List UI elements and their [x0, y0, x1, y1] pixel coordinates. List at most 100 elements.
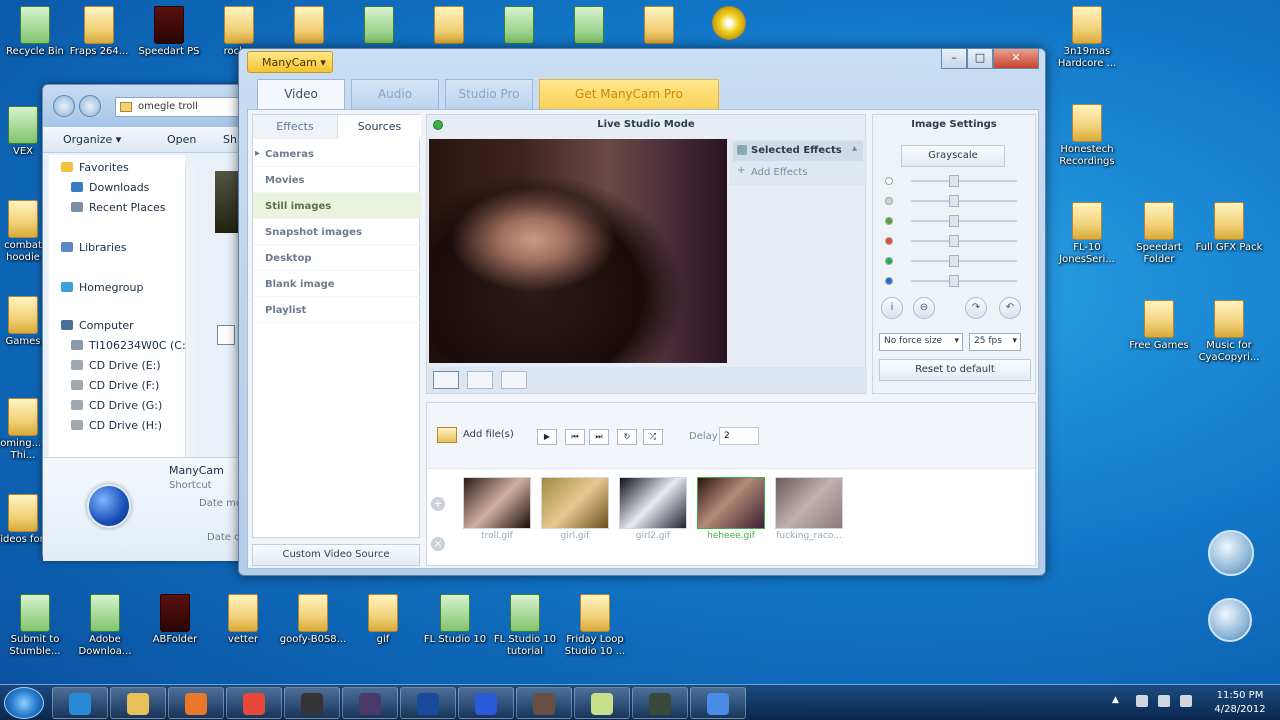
desktop-icon[interactable]: Recycle Bin	[0, 6, 70, 58]
slider-track[interactable]	[911, 280, 1017, 282]
desktop-icon[interactable]: Speedart Folder	[1124, 202, 1194, 266]
taskbar-button[interactable]	[574, 687, 630, 719]
taskbar-button[interactable]	[52, 687, 108, 719]
desktop-icon[interactable]: Friday Loop Studio 10 ...	[560, 594, 630, 658]
add-effects-button[interactable]: + Add Effects	[733, 163, 863, 183]
delay-input[interactable]	[719, 427, 759, 445]
gadget-icon[interactable]	[1208, 530, 1254, 576]
tree-item[interactable]: Homegroup	[61, 281, 143, 294]
tab-effects[interactable]: Effects	[253, 115, 337, 139]
network-icon[interactable]	[1136, 695, 1148, 707]
desktop-icon[interactable]: vetter	[208, 594, 278, 646]
slider-thumb[interactable]	[949, 255, 959, 267]
forward-button[interactable]	[79, 95, 101, 117]
reset-to-default-button[interactable]: Reset to default	[879, 359, 1031, 381]
playlist-thumbnail[interactable]	[619, 477, 687, 529]
taskbar-button[interactable]	[516, 687, 572, 719]
add-files-folder-icon[interactable]	[437, 427, 457, 443]
tree-item[interactable]: CD Drive (E:)	[71, 359, 161, 372]
desktop-icon[interactable]: goofy-B0S8...	[278, 594, 348, 646]
desktop-icon[interactable]: FL Studio 10	[420, 594, 490, 646]
force-size-select[interactable]: No force size ▾	[879, 333, 963, 351]
desktop-icon[interactable]	[624, 6, 694, 46]
taskbar-button[interactable]	[168, 687, 224, 719]
fps-select[interactable]: 25 fps ▾	[969, 333, 1021, 351]
tab-get-manycam-pro[interactable]: Get ManyCam Pro	[539, 79, 719, 109]
start-button[interactable]	[4, 687, 44, 719]
add-files-button[interactable]: Add file(s)	[463, 429, 514, 440]
desktop-icon[interactable]	[274, 6, 344, 46]
source-item[interactable]: Still images	[253, 193, 421, 219]
taskbar-button[interactable]	[284, 687, 340, 719]
back-button[interactable]	[53, 95, 75, 117]
tree-item[interactable]: TI106234W0C (C:)	[71, 339, 190, 352]
image-slider[interactable]	[885, 195, 1025, 207]
image-slider[interactable]	[885, 175, 1025, 187]
source-item[interactable]: Movies	[253, 167, 421, 193]
source-item[interactable]: ▸ Cameras	[253, 141, 421, 167]
single-view-button[interactable]	[433, 371, 459, 389]
remove-item-button[interactable]: ×	[431, 537, 445, 551]
next-button[interactable]: ⏭	[589, 429, 609, 445]
source-item[interactable]: Blank image	[253, 271, 421, 297]
taskbar-button[interactable]	[342, 687, 398, 719]
power-icon[interactable]	[1158, 695, 1170, 707]
desktop-icon[interactable]: Full GFX Pack	[1194, 202, 1264, 254]
custom-video-source-button[interactable]: Custom Video Source	[252, 544, 420, 566]
desktop-icon[interactable]: gif	[348, 594, 418, 646]
playlist-thumbnail[interactable]	[697, 477, 765, 529]
tree-item[interactable]: Recent Places	[71, 201, 166, 214]
slider-track[interactable]	[911, 260, 1017, 262]
image-slider[interactable]	[885, 215, 1025, 227]
slider-thumb[interactable]	[949, 175, 959, 187]
desktop-icon[interactable]: Honestech Recordings	[1052, 104, 1122, 168]
playlist-thumbnail[interactable]	[775, 477, 843, 529]
tree-item[interactable]: Favorites	[61, 161, 129, 174]
desktop-icon[interactable]: Speedart PS	[134, 6, 204, 58]
tab-studio-pro[interactable]: Studio Pro	[445, 79, 533, 109]
slider-track[interactable]	[911, 180, 1017, 182]
tab-sources[interactable]: Sources	[337, 115, 421, 139]
previous-button[interactable]: ⏮	[565, 429, 585, 445]
slider-track[interactable]	[911, 240, 1017, 242]
taskbar-button[interactable]	[690, 687, 746, 719]
tree-item[interactable]: Computer	[61, 319, 134, 332]
taskbar-button[interactable]	[400, 687, 456, 719]
chevron-up-icon[interactable]: ▴	[852, 143, 857, 154]
volume-icon[interactable]	[1180, 695, 1192, 707]
grid-view-button[interactable]	[501, 371, 527, 389]
playlist-thumbnail[interactable]	[463, 477, 531, 529]
add-item-button[interactable]: +	[431, 497, 445, 511]
taskbar-button[interactable]	[226, 687, 282, 719]
desktop-icon[interactable]	[414, 6, 484, 46]
source-item[interactable]: Desktop	[253, 245, 421, 271]
taskbar-button[interactable]	[632, 687, 688, 719]
redo-icon[interactable]: ↷	[965, 297, 987, 319]
pip-view-button[interactable]	[467, 371, 493, 389]
show-hidden-icons-icon[interactable]: ▲	[1112, 695, 1124, 707]
tree-item[interactable]: Libraries	[61, 241, 127, 254]
desktop-icon[interactable]	[344, 6, 414, 46]
tab-video[interactable]: Video	[257, 79, 345, 109]
info-icon[interactable]: i	[881, 297, 903, 319]
grayscale-button[interactable]: Grayscale	[901, 145, 1005, 167]
desktop-icon[interactable]: Music for CyaCopyri...	[1194, 300, 1264, 364]
flip-icon[interactable]: ⊖	[913, 297, 935, 319]
shortcut-icon[interactable]	[217, 325, 235, 345]
minimize-button[interactable]: –	[941, 49, 967, 69]
gadget-icon[interactable]	[1208, 598, 1252, 642]
desktop-icon[interactable]: Submit to Stumble...	[0, 594, 70, 658]
slider-thumb[interactable]	[949, 215, 959, 227]
manycam-menu-button[interactable]: ManyCam ▾	[247, 51, 333, 73]
desktop-icon[interactable]: Free Games	[1124, 300, 1194, 352]
playlist-thumbnail[interactable]	[541, 477, 609, 529]
tree-item[interactable]: CD Drive (G:)	[71, 399, 162, 412]
effects-toggle-icon[interactable]	[737, 145, 747, 155]
close-button[interactable]: ✕	[993, 49, 1039, 69]
clock[interactable]: 11:50 PM 4/28/2012	[1210, 689, 1270, 717]
slider-track[interactable]	[911, 220, 1017, 222]
share-button[interactable]: Sh	[223, 133, 237, 146]
slider-thumb[interactable]	[949, 235, 959, 247]
repeat-button[interactable]: ↻	[617, 429, 637, 445]
desktop-icon[interactable]: Adobe Downloa...	[70, 594, 140, 658]
